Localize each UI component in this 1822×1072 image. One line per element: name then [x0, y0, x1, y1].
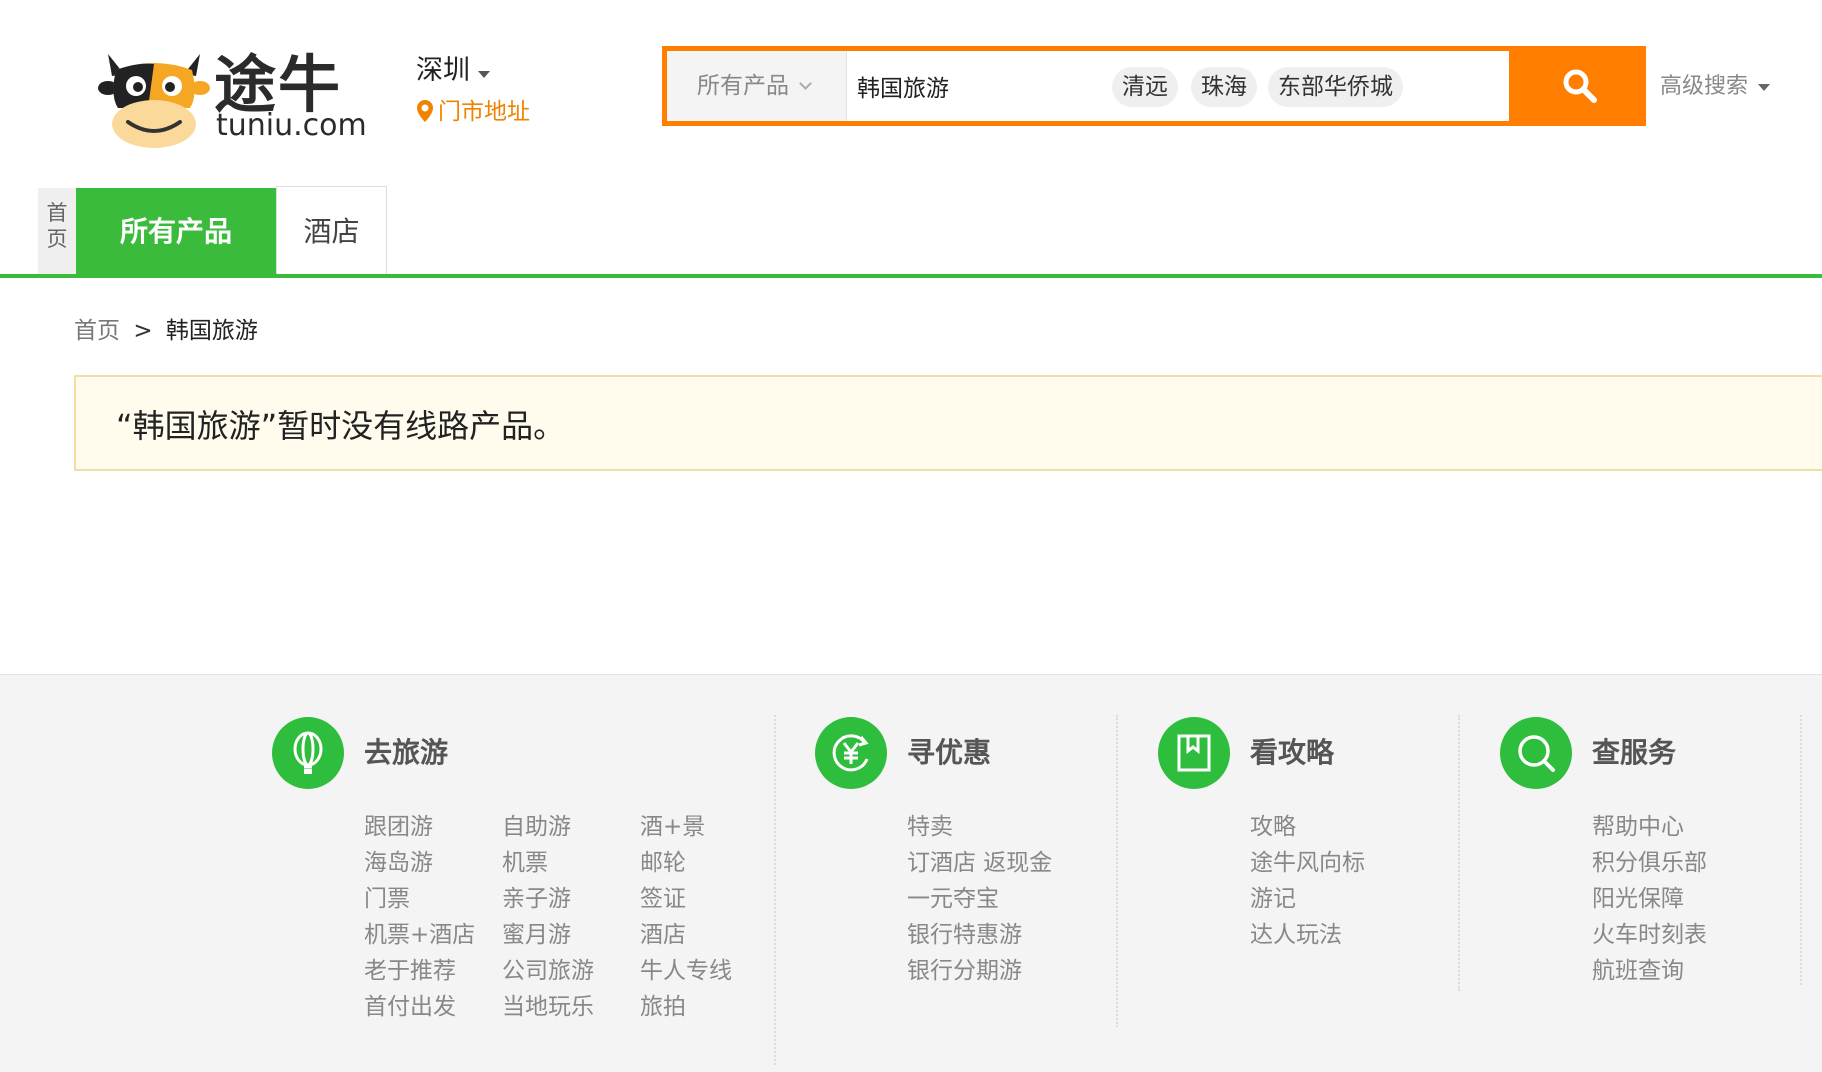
footer-link[interactable]: 机票: [502, 845, 548, 881]
footer-link[interactable]: 火车时刻表: [1592, 917, 1707, 953]
footer-link[interactable]: 旅拍: [640, 989, 686, 1025]
footer-link[interactable]: 亲子游: [502, 881, 571, 917]
footer-link[interactable]: 订酒店 返现金: [907, 845, 1052, 881]
footer-link[interactable]: 银行特惠游: [907, 917, 1022, 953]
footer-link[interactable]: 攻略: [1250, 809, 1296, 845]
search-category-label: 所有产品: [697, 73, 789, 99]
footer-link[interactable]: 阳光保障: [1592, 881, 1684, 917]
footer-link[interactable]: 酒+景: [640, 809, 705, 845]
city-selector[interactable]: 深圳: [416, 48, 490, 87]
footer-link[interactable]: 牛人专线: [640, 953, 732, 989]
footer-link[interactable]: 老于推荐: [364, 953, 456, 989]
nav-home-char: 页: [46, 227, 68, 251]
store-address-label: 门市地址: [438, 99, 530, 125]
cow-mascot-icon: [98, 54, 210, 148]
logo-wordmark-en: tuniu.com: [216, 108, 367, 143]
advanced-search-label: 高级搜索: [1660, 74, 1749, 99]
breadcrumb-separator: >: [133, 318, 153, 344]
search-icon: [1563, 69, 1597, 103]
footer-divider: [1800, 715, 1802, 985]
nav-home-char: 首: [46, 201, 68, 225]
breadcrumb-home-link[interactable]: 首页: [74, 318, 120, 344]
footer-link[interactable]: 公司旅游: [502, 953, 594, 989]
chevron-down-icon: [799, 77, 812, 90]
footer-link[interactable]: 帮助中心: [1592, 809, 1684, 845]
breadcrumb-current: 韩国旅游: [165, 318, 258, 344]
search-tag[interactable]: 东部华侨城: [1268, 67, 1403, 107]
search-tag[interactable]: 珠海: [1191, 67, 1257, 107]
store-address-link[interactable]: 门市地址: [416, 92, 530, 126]
footer-link[interactable]: 邮轮: [640, 845, 686, 881]
footer-link[interactable]: 航班查询: [1592, 953, 1684, 989]
footer-link[interactable]: 达人玩法: [1250, 917, 1342, 953]
footer-link[interactable]: 一元夺宝: [907, 881, 999, 917]
footer-divider: [1116, 715, 1118, 1027]
footer-link[interactable]: 首付出发: [364, 989, 456, 1025]
footer-link[interactable]: 银行分期游: [907, 953, 1022, 989]
tab-all-products[interactable]: 所有产品: [76, 188, 276, 275]
footer-col-title: 看攻略: [1250, 736, 1335, 769]
footer-link[interactable]: 特卖: [907, 809, 953, 845]
footer-col-title: 寻优惠: [907, 736, 992, 769]
nav-home-tab[interactable]: 首 页: [38, 188, 76, 275]
footer-link[interactable]: 当地玩乐: [502, 989, 594, 1025]
search-button[interactable]: [1514, 46, 1646, 126]
breadcrumb: 首页 > 韩国旅游: [74, 311, 258, 345]
footer-link[interactable]: 蜜月游: [502, 917, 571, 953]
advanced-search-link[interactable]: 高级搜索: [1660, 68, 1771, 100]
tab-hotel[interactable]: 酒店: [276, 186, 387, 275]
footer-divider: [774, 715, 776, 1065]
footer-divider: [1458, 715, 1460, 991]
footer-link[interactable]: 门票: [364, 881, 410, 917]
search-category-dropdown[interactable]: 所有产品: [667, 51, 847, 121]
footer-link[interactable]: 跟团游: [364, 809, 433, 845]
no-results-notice: “韩国旅游”暂时没有线路产品。: [74, 375, 1822, 471]
location-pin-icon: [417, 100, 433, 122]
balloon-icon: [272, 717, 344, 789]
footer-link[interactable]: 酒店: [640, 917, 686, 953]
search-bar: 所有产品 清远 珠海 东部华侨城: [662, 46, 1646, 126]
nav-divider: [0, 274, 1822, 278]
footer-link[interactable]: 签证: [640, 881, 686, 917]
footer: 去旅游 跟团游 海岛游 门票 机票+酒店 老于推荐 首付出发 自助游 机票 亲子…: [0, 674, 1822, 1072]
footer-link[interactable]: 途牛风向标: [1250, 845, 1365, 881]
yen-coin-icon: [815, 717, 887, 789]
footer-link[interactable]: 积分俱乐部: [1592, 845, 1707, 881]
bookmark-icon: [1158, 717, 1230, 789]
footer-link[interactable]: 自助游: [502, 809, 571, 845]
search-service-icon: [1500, 717, 1572, 789]
city-name: 深圳: [416, 55, 470, 86]
search-box: 所有产品 清远 珠海 东部华侨城: [667, 51, 1509, 121]
footer-link[interactable]: 海岛游: [364, 845, 433, 881]
tuniu-logo[interactable]: 途牛 tuniu.com: [98, 36, 367, 148]
chevron-down-icon: [478, 71, 490, 78]
footer-link[interactable]: 机票+酒店: [364, 917, 475, 953]
footer-col-title: 查服务: [1592, 736, 1677, 769]
chevron-down-icon: [1758, 83, 1771, 91]
search-tag[interactable]: 清远: [1112, 67, 1178, 107]
footer-link[interactable]: 游记: [1250, 881, 1296, 917]
footer-col-title: 去旅游: [364, 736, 449, 769]
no-results-message: “韩国旅游”暂时没有线路产品。: [116, 407, 566, 445]
